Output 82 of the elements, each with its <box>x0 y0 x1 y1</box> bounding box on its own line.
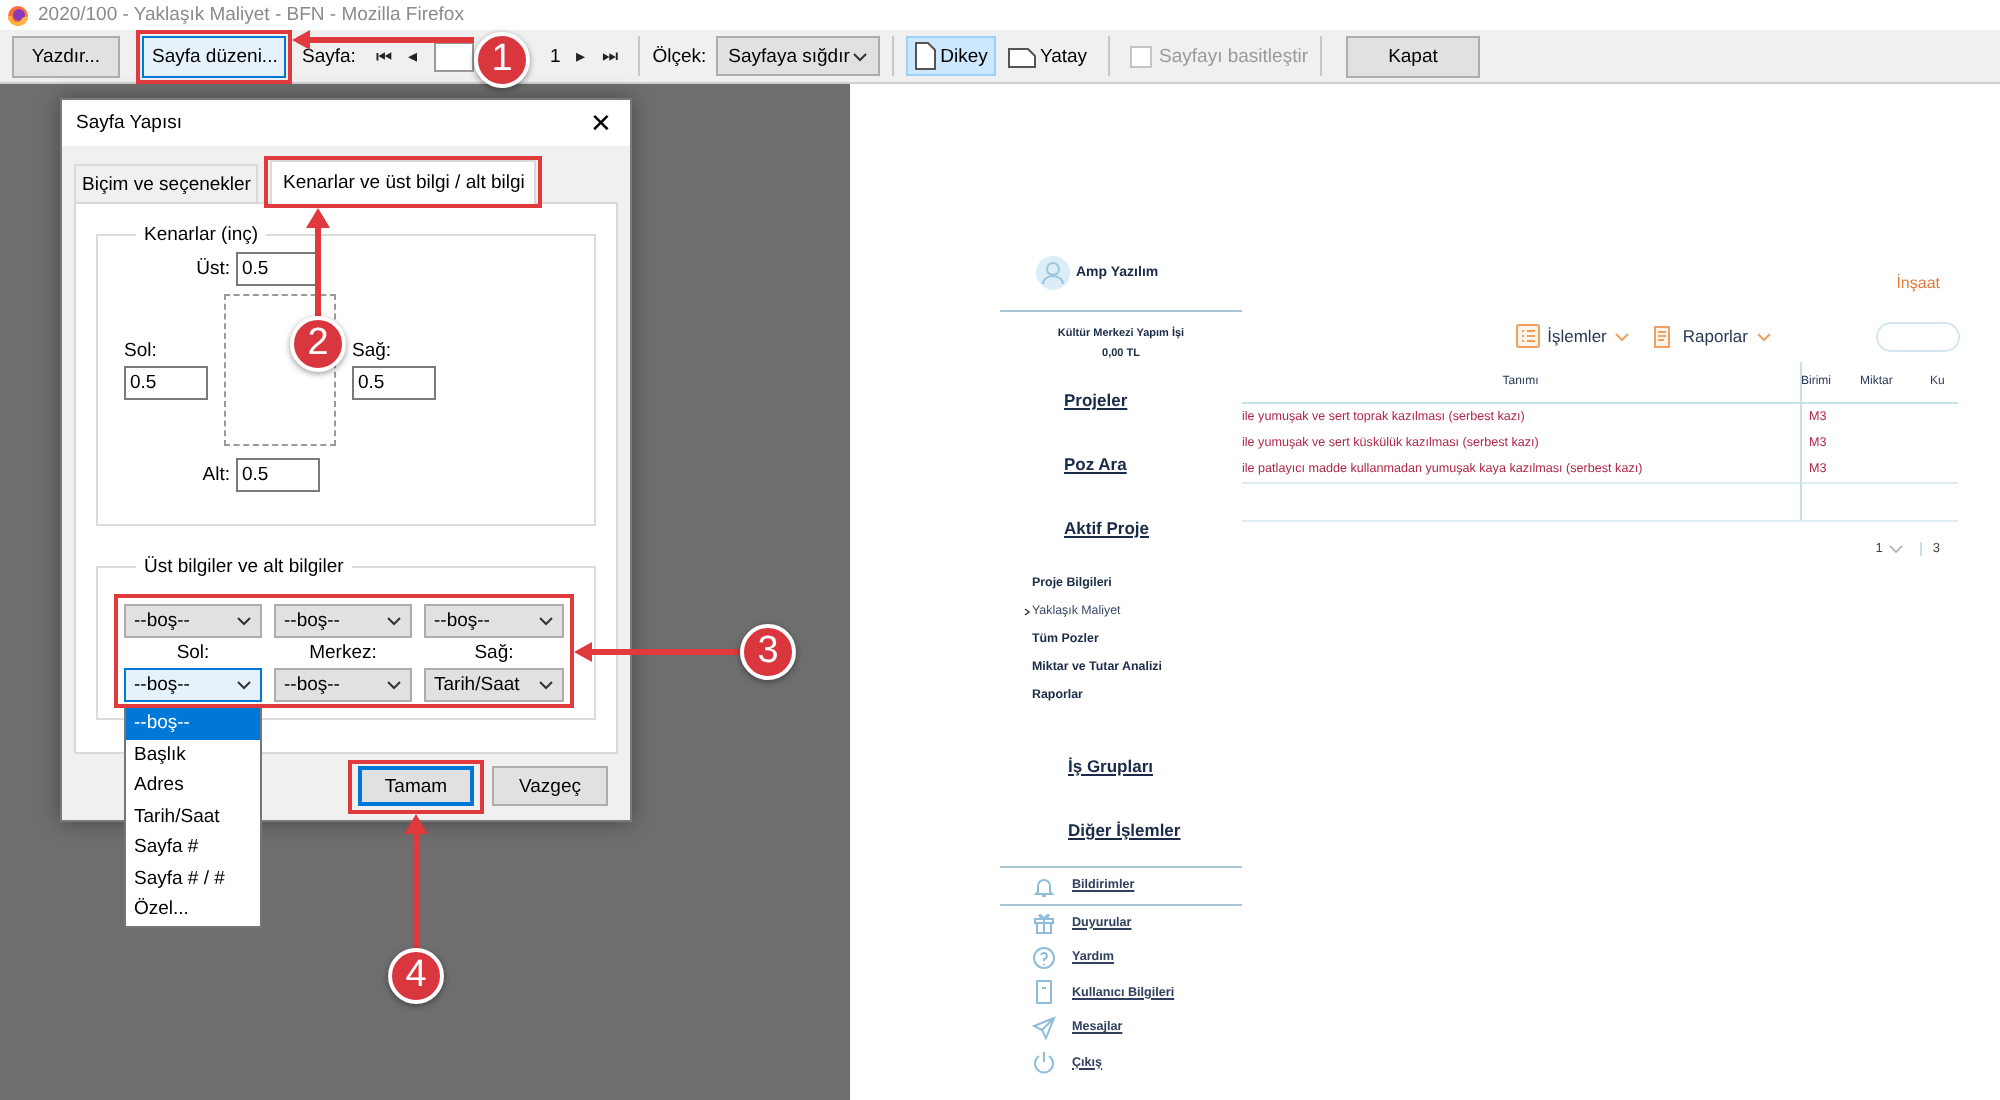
caret-icon <box>1756 331 1772 341</box>
ok-button[interactable]: Tamam <box>358 766 474 806</box>
first-page-button[interactable]: ⏮ <box>367 45 400 67</box>
field-label: Sağ: <box>352 340 394 362</box>
caret-icon <box>538 680 554 690</box>
group-label: Üst bilgiler ve alt bilgiler <box>142 556 346 578</box>
margin-field[interactable]: 0.5 <box>236 458 320 492</box>
dropdown-option[interactable]: Tarih/Saat <box>126 801 260 832</box>
power-icon <box>1032 1050 1056 1075</box>
nav-link[interactable]: Projeler <box>1000 368 1242 432</box>
caret-icon <box>236 680 252 690</box>
field-label: Alt: <box>202 464 230 486</box>
tab[interactable]: Kenarlar ve üst bilgi / alt bilgi <box>270 160 537 204</box>
menu-button[interactable]: Raporlar <box>1650 324 1772 348</box>
bell-icon <box>1032 873 1056 898</box>
header-dropdown[interactable]: --boş-- <box>274 604 412 638</box>
help-icon <box>1032 945 1056 970</box>
caret-icon <box>538 616 554 626</box>
list-icon <box>1515 324 1540 348</box>
print-button[interactable]: Yazdır... <box>12 35 120 77</box>
nav-link[interactable]: Diğer İşlemler <box>1000 798 1242 862</box>
arrow <box>404 814 428 948</box>
dropdown-option[interactable]: Başlık <box>126 739 260 770</box>
position-label: Merkez: <box>309 642 377 664</box>
close-button[interactable]: ✕ <box>584 108 618 138</box>
cancel-button[interactable]: Vazgeç <box>492 766 608 806</box>
gift-icon <box>1032 910 1056 935</box>
chevron-icon <box>1024 608 1030 616</box>
page-label: Sayfa: <box>302 45 356 67</box>
previous-page-button[interactable]: ◂ <box>399 46 426 66</box>
caret-icon <box>386 680 402 690</box>
caret-icon <box>1888 544 1905 554</box>
id-card-icon <box>1032 980 1056 1005</box>
position-label: Sağ: <box>474 642 514 664</box>
browser-logo-icon <box>8 5 28 25</box>
arrow <box>306 208 330 316</box>
caret-icon <box>1614 331 1631 341</box>
dropdown-option[interactable]: Özel... <box>126 894 260 925</box>
page-number-field[interactable] <box>433 41 474 71</box>
highlight-frame <box>348 760 484 814</box>
menu-button[interactable]: İşlemler <box>1515 324 1631 348</box>
caret-icon <box>386 616 402 626</box>
header-dropdown[interactable]: --boş-- <box>424 604 564 638</box>
dropdown-option[interactable]: --boş-- <box>126 708 260 739</box>
tab[interactable]: Biçim ve seçenekler <box>74 164 259 202</box>
landscape-button[interactable]: Yatay <box>999 36 1096 76</box>
window-title: 2020/100 - Yaklaşık Maliyet - BFN - Mozilla Firefox <box>38 4 464 26</box>
footer-dropdown[interactable]: --boş-- <box>274 668 412 702</box>
dropdown-option[interactable]: Adres <box>126 770 260 801</box>
field-label: Sol: <box>124 340 159 362</box>
caret-icon <box>236 616 252 626</box>
position-label: Sol: <box>176 642 210 664</box>
page-setup-button[interactable]: Sayfa düzeni... <box>142 35 286 77</box>
margin-field[interactable]: 0.5 <box>236 252 320 286</box>
dialog-title: Sayfa Yapısı <box>76 112 182 134</box>
margin-field[interactable]: 0.5 <box>124 366 208 400</box>
sector-label: İnşaat <box>1896 274 1940 292</box>
portrait-button[interactable]: Dikey <box>906 36 996 76</box>
header-dropdown[interactable]: --boş-- <box>124 604 262 638</box>
landscape-page-icon <box>1007 45 1036 67</box>
nav-link[interactable]: Poz Ara <box>1000 432 1242 496</box>
last-page-button[interactable]: ⏭ <box>594 45 627 67</box>
field-label: Üst: <box>196 258 230 280</box>
footer-dropdown[interactable]: Tarih/Saat <box>424 668 564 702</box>
nav-link[interactable]: Aktif Proje <box>1000 496 1242 560</box>
page-count: 1 <box>549 45 561 67</box>
close-button[interactable]: Kapat <box>1345 35 1480 77</box>
dropdown-option[interactable]: Sayfa # <box>126 832 260 863</box>
search-field[interactable] <box>1876 321 1960 351</box>
send-icon <box>1032 1015 1056 1040</box>
report-icon <box>1650 324 1675 348</box>
scale-dropdown[interactable]: Sayfaya sığdır <box>716 36 881 76</box>
portrait-page-icon <box>914 42 937 70</box>
next-page-button[interactable]: ▸ <box>568 46 595 66</box>
scale-label: Ölçek: <box>652 45 707 67</box>
nav-link[interactable]: İş Grupları <box>1000 734 1242 798</box>
caret-icon <box>852 51 869 61</box>
user-avatar-icon <box>1036 256 1070 290</box>
margin-field[interactable]: 0.5 <box>352 366 436 400</box>
dropdown-option[interactable]: Sayfa # / # <box>126 863 260 894</box>
footer-dropdown[interactable]: --boş-- <box>124 668 262 702</box>
group-label: Kenarlar (inç) <box>142 224 261 246</box>
